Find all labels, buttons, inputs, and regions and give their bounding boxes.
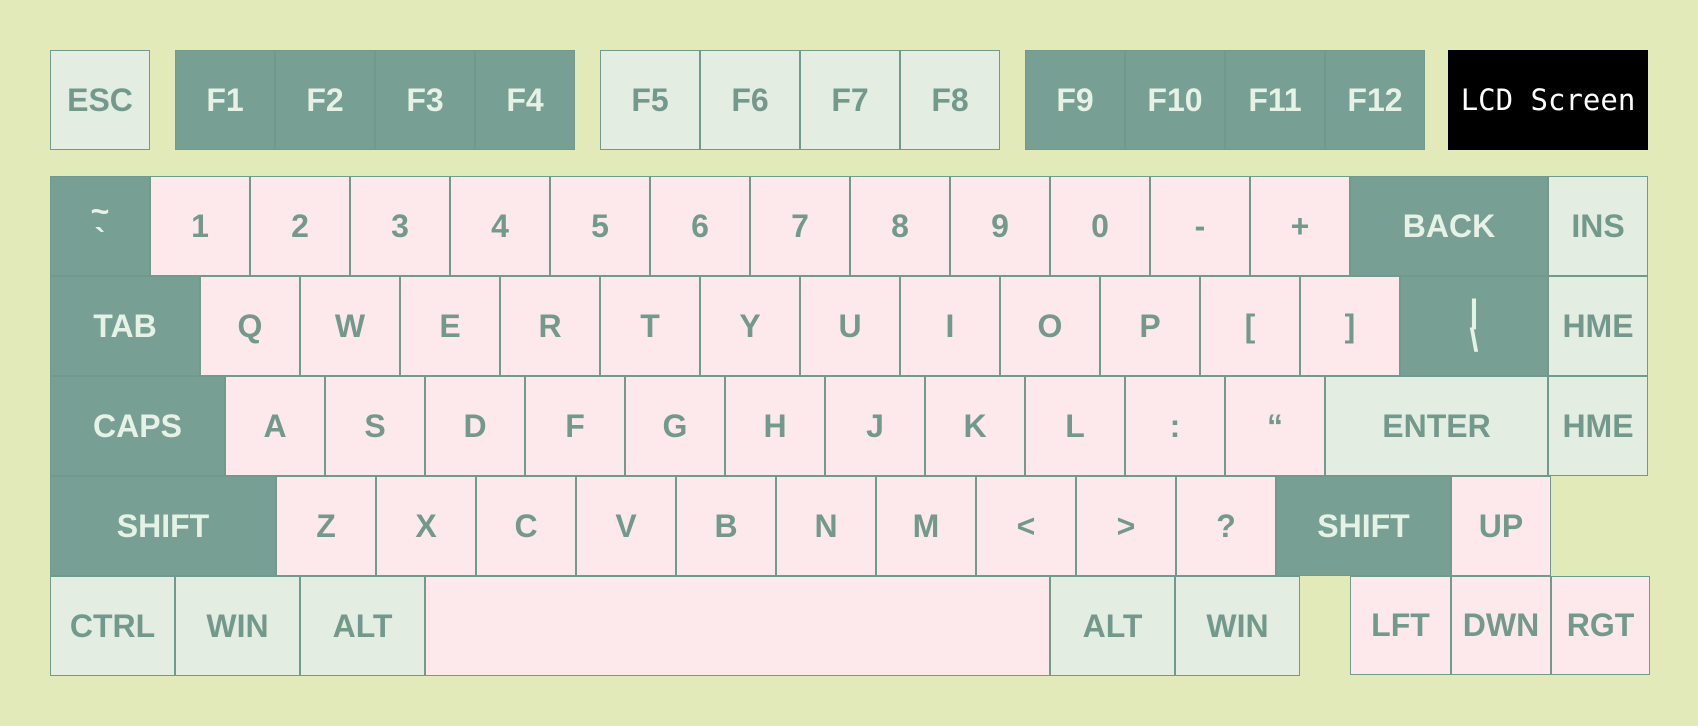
key-colon[interactable]: : bbox=[1125, 376, 1225, 476]
key-home[interactable]: HME bbox=[1548, 276, 1648, 376]
key-f2[interactable]: F2 bbox=[275, 50, 375, 150]
key-e[interactable]: E bbox=[400, 276, 500, 376]
key-f[interactable]: F bbox=[525, 376, 625, 476]
keyboard: ESC F1 F2 F3 F4 F5 F6 F7 F8 F9 F10 F11 F… bbox=[0, 0, 1698, 726]
key-9[interactable]: 9 bbox=[950, 176, 1050, 276]
lcd-screen: LCD Screen bbox=[1448, 50, 1648, 150]
key-right-bracket[interactable]: ] bbox=[1300, 276, 1400, 376]
key-k[interactable]: K bbox=[925, 376, 1025, 476]
key-t[interactable]: T bbox=[600, 276, 700, 376]
key-x[interactable]: X bbox=[376, 476, 476, 576]
key-r[interactable]: R bbox=[500, 276, 600, 376]
key-b[interactable]: B bbox=[676, 476, 776, 576]
key-j[interactable]: J bbox=[825, 376, 925, 476]
key-p[interactable]: P bbox=[1100, 276, 1200, 376]
key-space[interactable] bbox=[425, 576, 1050, 676]
key-arrow-up[interactable]: UP bbox=[1451, 476, 1551, 576]
key-tilde[interactable]: ~ ` bbox=[50, 176, 150, 276]
key-4[interactable]: 4 bbox=[450, 176, 550, 276]
key-5[interactable]: 5 bbox=[550, 176, 650, 276]
key-y[interactable]: Y bbox=[700, 276, 800, 376]
key-u[interactable]: U bbox=[800, 276, 900, 376]
key-q[interactable]: Q bbox=[200, 276, 300, 376]
key-f3[interactable]: F3 bbox=[375, 50, 475, 150]
key-g[interactable]: G bbox=[625, 376, 725, 476]
key-right-shift[interactable]: SHIFT bbox=[1276, 476, 1451, 576]
key-m[interactable]: M bbox=[876, 476, 976, 576]
key-left-bracket[interactable]: [ bbox=[1200, 276, 1300, 376]
key-1[interactable]: 1 bbox=[150, 176, 250, 276]
key-v[interactable]: V bbox=[576, 476, 676, 576]
key-esc[interactable]: ESC bbox=[50, 50, 150, 150]
key-f10[interactable]: F10 bbox=[1125, 50, 1225, 150]
key-f12[interactable]: F12 bbox=[1325, 50, 1425, 150]
key-a[interactable]: A bbox=[225, 376, 325, 476]
key-tilde-bottom-label: ` bbox=[94, 222, 106, 258]
key-i[interactable]: I bbox=[900, 276, 1000, 376]
key-f8[interactable]: F8 bbox=[900, 50, 1000, 150]
key-left-win[interactable]: WIN bbox=[175, 576, 300, 676]
key-f7[interactable]: F7 bbox=[800, 50, 900, 150]
key-home-2[interactable]: HME bbox=[1548, 376, 1648, 476]
key-7[interactable]: 7 bbox=[750, 176, 850, 276]
key-enter[interactable]: ENTER bbox=[1325, 376, 1548, 476]
key-insert[interactable]: INS bbox=[1548, 176, 1648, 276]
key-backslash[interactable]: | \ bbox=[1400, 276, 1548, 376]
key-arrow-right[interactable]: RGT bbox=[1551, 576, 1650, 675]
key-f6[interactable]: F6 bbox=[700, 50, 800, 150]
key-left-ctrl[interactable]: CTRL bbox=[50, 576, 175, 676]
key-arrow-left[interactable]: LFT bbox=[1350, 576, 1451, 675]
key-2[interactable]: 2 bbox=[250, 176, 350, 276]
key-backspace[interactable]: BACK bbox=[1350, 176, 1548, 276]
key-f4[interactable]: F4 bbox=[475, 50, 575, 150]
key-z[interactable]: Z bbox=[276, 476, 376, 576]
key-o[interactable]: O bbox=[1000, 276, 1100, 376]
key-left-alt[interactable]: ALT bbox=[300, 576, 425, 676]
key-less-than[interactable]: < bbox=[976, 476, 1076, 576]
key-n[interactable]: N bbox=[776, 476, 876, 576]
key-right-alt[interactable]: ALT bbox=[1050, 576, 1175, 676]
key-f1[interactable]: F1 bbox=[175, 50, 275, 150]
key-caps-lock[interactable]: CAPS bbox=[50, 376, 225, 476]
key-l[interactable]: L bbox=[1025, 376, 1125, 476]
key-backslash-bottom-label: \ bbox=[1469, 322, 1479, 358]
key-plus[interactable]: + bbox=[1250, 176, 1350, 276]
key-6[interactable]: 6 bbox=[650, 176, 750, 276]
key-minus[interactable]: - bbox=[1150, 176, 1250, 276]
key-left-shift[interactable]: SHIFT bbox=[50, 476, 276, 576]
key-f5[interactable]: F5 bbox=[600, 50, 700, 150]
key-w[interactable]: W bbox=[300, 276, 400, 376]
key-quote[interactable]: “ bbox=[1225, 376, 1325, 476]
key-s[interactable]: S bbox=[325, 376, 425, 476]
key-f11[interactable]: F11 bbox=[1225, 50, 1325, 150]
key-3[interactable]: 3 bbox=[350, 176, 450, 276]
key-h[interactable]: H bbox=[725, 376, 825, 476]
key-tab[interactable]: TAB bbox=[50, 276, 200, 376]
key-c[interactable]: C bbox=[476, 476, 576, 576]
key-greater-than[interactable]: > bbox=[1076, 476, 1176, 576]
key-d[interactable]: D bbox=[425, 376, 525, 476]
key-arrow-down[interactable]: DWN bbox=[1451, 576, 1551, 675]
key-8[interactable]: 8 bbox=[850, 176, 950, 276]
key-f9[interactable]: F9 bbox=[1025, 50, 1125, 150]
key-0[interactable]: 0 bbox=[1050, 176, 1150, 276]
key-question[interactable]: ? bbox=[1176, 476, 1276, 576]
key-right-win[interactable]: WIN bbox=[1175, 576, 1300, 676]
